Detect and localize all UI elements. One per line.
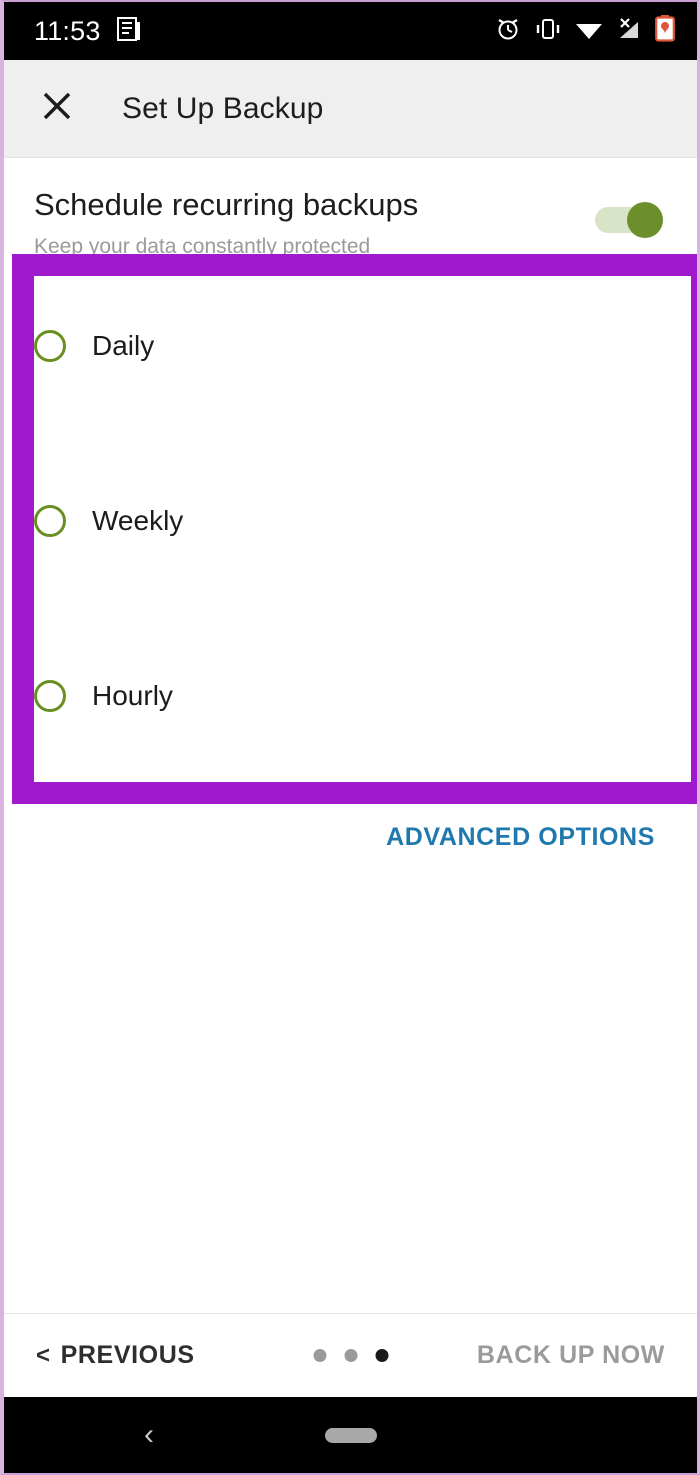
page-title: Set Up Backup <box>122 91 324 125</box>
nav-back-icon[interactable]: ‹ <box>144 1420 154 1450</box>
phone-screen: 11:53 Set Up Backup Schedule recurring b… <box>0 0 700 1475</box>
advanced-options-link[interactable]: ADVANCED OPTIONS <box>386 823 655 852</box>
vibrate-icon <box>534 17 562 46</box>
radio-label-hourly: Hourly <box>92 679 173 711</box>
radio-option-weekly[interactable]: Weekly <box>34 433 697 608</box>
page-indicator-dots <box>313 1349 388 1362</box>
toggle-knob <box>627 202 663 238</box>
schedule-texts: Schedule recurring backups Keep your dat… <box>34 187 595 259</box>
cellular-no-signal-icon <box>616 17 642 46</box>
status-bar: 11:53 <box>4 2 697 60</box>
chevron-left-icon: < <box>36 1341 51 1369</box>
schedule-title: Schedule recurring backups <box>34 187 419 222</box>
document-icon <box>116 16 141 47</box>
schedule-toggle[interactable] <box>595 202 667 238</box>
previous-button[interactable]: < PREVIOUS <box>36 1341 195 1370</box>
page-dot-3-active[interactable] <box>375 1349 388 1362</box>
alarm-icon <box>495 16 521 47</box>
radio-label-daily: Daily <box>92 329 155 361</box>
radio-circle-icon <box>34 329 66 362</box>
advanced-options-row: ADVANCED OPTIONS <box>4 823 697 852</box>
radio-circle-icon <box>34 504 66 537</box>
list-divider <box>32 803 669 804</box>
android-nav-bar: ‹ <box>4 1397 697 1473</box>
close-button[interactable] <box>34 86 80 132</box>
page-dot-2[interactable] <box>344 1349 357 1362</box>
close-icon <box>41 90 73 127</box>
radio-option-hourly[interactable]: Hourly <box>34 608 697 783</box>
previous-button-label: PREVIOUS <box>60 1341 195 1369</box>
status-bar-left: 11:53 <box>34 16 141 47</box>
back-up-now-button[interactable]: BACK UP NOW <box>477 1341 665 1370</box>
main-content: Schedule recurring backups Keep your dat… <box>4 158 697 1313</box>
schedule-recurring-backups-row[interactable]: Schedule recurring backups Keep your dat… <box>4 158 697 259</box>
page-dot-1[interactable] <box>313 1349 326 1362</box>
status-clock: 11:53 <box>34 15 101 46</box>
nav-home-pill-icon[interactable] <box>324 1427 377 1443</box>
radio-option-daily[interactable]: Daily <box>34 258 697 433</box>
radio-label-weekly: Weekly <box>92 504 184 536</box>
status-bar-right <box>495 15 675 47</box>
schedule-subtitle: Keep your data constantly protected <box>34 234 371 258</box>
frequency-radio-group: Daily Weekly Hourly <box>4 258 697 783</box>
wifi-icon <box>575 18 603 45</box>
wizard-bottom-bar: < PREVIOUS BACK UP NOW <box>4 1313 697 1397</box>
battery-low-icon <box>655 15 675 47</box>
radio-circle-icon <box>34 679 66 712</box>
app-bar: Set Up Backup <box>4 60 697 158</box>
